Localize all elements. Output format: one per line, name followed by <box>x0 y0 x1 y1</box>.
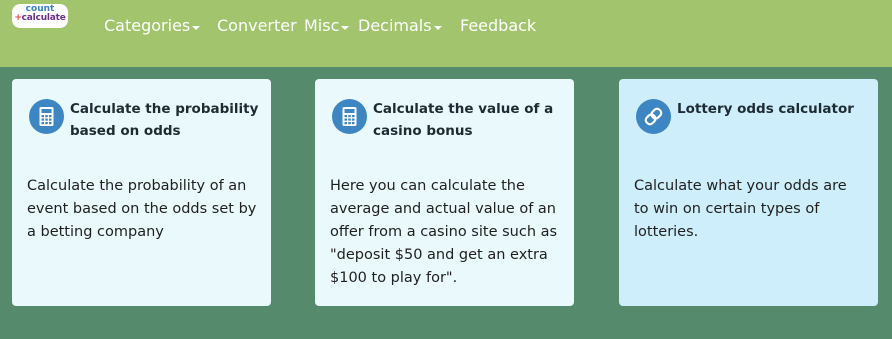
nav-converter-label: Converter <box>217 16 297 35</box>
nav-misc[interactable]: Misc <box>304 16 350 36</box>
calculator-icon <box>332 99 367 134</box>
top-navbar: count +calculate Categories Converter Mi… <box>0 0 892 67</box>
nav-categories[interactable]: Categories <box>104 16 201 36</box>
nav-feedback[interactable]: Feedback <box>460 16 536 36</box>
calculator-icon <box>29 99 64 134</box>
chevron-down-icon <box>433 25 442 30</box>
logo-text-calculate: +calculate <box>12 14 68 23</box>
link-icon <box>636 99 671 134</box>
nav-decimals[interactable]: Decimals <box>358 16 442 36</box>
nav-categories-label: Categories <box>104 16 191 35</box>
nav-decimals-label: Decimals <box>358 16 432 35</box>
logo-plus: + <box>14 13 22 23</box>
nav-feedback-label: Feedback <box>460 16 537 35</box>
card-description: Calculate what your odds are to win on c… <box>634 178 847 240</box>
card-title: Calculate the probability based on odds <box>70 101 259 139</box>
card-description: Calculate the probability of an event ba… <box>27 178 257 240</box>
card-title: Lottery odds calculator <box>677 101 854 117</box>
card-lottery-odds[interactable]: Lottery odds calculator Calculate what y… <box>619 79 878 306</box>
card-description: Here you can calculate the average and a… <box>330 178 558 286</box>
card-title: Calculate the value of a casino bonus <box>373 101 554 139</box>
chevron-down-icon <box>192 25 201 30</box>
card-casino-bonus[interactable]: Calculate the value of a casino bonus He… <box>315 79 574 306</box>
logo-text-calculate-word: calculate <box>21 13 66 23</box>
nav-misc-label: Misc <box>304 16 340 35</box>
chevron-down-icon <box>341 25 350 30</box>
site-logo[interactable]: count +calculate <box>12 4 68 28</box>
nav-converter[interactable]: Converter <box>217 16 297 36</box>
card-probability-odds[interactable]: Calculate the probability based on odds … <box>12 79 271 306</box>
